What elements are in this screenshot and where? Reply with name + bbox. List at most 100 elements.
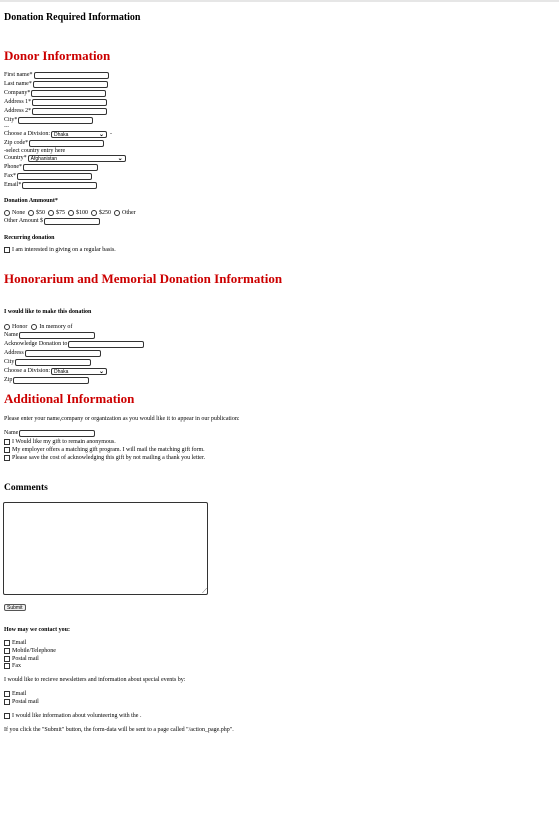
- radio-icon[interactable]: [68, 210, 74, 216]
- option-label: $50: [36, 210, 45, 216]
- honorarium-name-input[interactable]: [19, 332, 96, 339]
- contact-heading: How may we contact you:: [4, 627, 70, 633]
- company-label: Company*: [4, 90, 31, 96]
- contact-email-option[interactable]: Email: [4, 640, 26, 646]
- donation-option-none[interactable]: None: [4, 210, 25, 216]
- checkbox-icon[interactable]: [4, 447, 10, 453]
- radio-icon[interactable]: [28, 210, 34, 216]
- honorarium-address-input[interactable]: [24, 350, 101, 357]
- footer-note: If you click the "Submit" button, the fo…: [4, 727, 234, 733]
- memory-option[interactable]: In memory of: [31, 323, 72, 330]
- newsletter-options: Email Postal mail: [4, 690, 42, 706]
- other-amount-row: Other Amount $: [4, 217, 100, 226]
- acknowledge-label: Acknowledge Donation to: [4, 341, 68, 347]
- city-input[interactable]: [18, 117, 94, 124]
- matching-gift-option[interactable]: My employer offers a matching gift progr…: [4, 447, 205, 453]
- radio-icon[interactable]: [31, 323, 38, 330]
- checkbox-icon[interactable]: [4, 648, 10, 654]
- division-label: Choose a Division:: [4, 131, 50, 137]
- additional-name-label: Name: [4, 430, 19, 436]
- option-label: Please save the cost of acknowledging th…: [12, 455, 206, 461]
- address2-input[interactable]: [32, 108, 108, 115]
- option-label: $75: [56, 210, 65, 216]
- honorarium-name-label: Name: [4, 332, 19, 338]
- option-label: $100: [76, 210, 88, 216]
- honorarium-subheading: I would like to make this donation: [4, 309, 92, 315]
- honorarium-division-select[interactable]: Dhaka ⌄: [51, 368, 107, 375]
- checkbox-icon[interactable]: [4, 455, 10, 461]
- checkbox-icon[interactable]: [4, 247, 10, 253]
- newsletter-email-option[interactable]: Email: [4, 691, 26, 697]
- additional-heading: Additional Information: [4, 391, 135, 406]
- phone-input[interactable]: [23, 164, 98, 171]
- option-label: Postal mail: [12, 655, 39, 662]
- resize-grip-icon[interactable]: ⟋: [202, 588, 207, 595]
- division-suffix: -: [110, 131, 112, 137]
- volunteer-option[interactable]: I would like information about volunteer…: [4, 713, 141, 719]
- checkbox-icon[interactable]: [4, 699, 10, 705]
- option-label: Email: [12, 691, 27, 697]
- checkbox-icon[interactable]: [4, 655, 10, 662]
- honor-option[interactable]: Honor: [4, 323, 28, 330]
- honorarium-zip-label: Zip: [4, 377, 13, 383]
- division-select[interactable]: Dhaka ⌄: [51, 131, 107, 138]
- other-amount-label: Other Amount $: [4, 218, 43, 224]
- donation-amount-heading: Donation Ammount*: [4, 198, 58, 204]
- division-value: Dhaka: [54, 131, 69, 138]
- contact-phone-option[interactable]: Mobile/Telephone: [4, 648, 56, 654]
- fax-input[interactable]: [17, 173, 92, 180]
- checkbox-icon[interactable]: [4, 439, 10, 445]
- no-thankyou-option[interactable]: Please save the cost of acknowledging th…: [4, 455, 205, 461]
- first-name-label: First name*: [4, 72, 33, 78]
- option-label: Email: [12, 640, 27, 646]
- contact-options: Email Mobile/Telephone Postal mail Fax: [4, 639, 59, 670]
- submit-button[interactable]: Submit: [4, 604, 26, 611]
- newsletter-postal-option[interactable]: Postal mail: [4, 699, 39, 705]
- contact-fax-option[interactable]: Fax: [4, 663, 21, 669]
- radio-icon[interactable]: [114, 210, 120, 216]
- last-name-label: Last name*: [4, 81, 32, 87]
- donation-option-250[interactable]: $250: [91, 210, 111, 216]
- phone-label: Phone*: [4, 164, 22, 170]
- option-label: Postal mail: [12, 699, 39, 705]
- anonymous-option[interactable]: I Would like my gift to remain anonymous…: [4, 439, 116, 445]
- donation-option-other[interactable]: Other: [114, 210, 136, 216]
- radio-icon[interactable]: [4, 323, 10, 330]
- address2-label: Address 2*: [4, 108, 32, 114]
- acknowledge-input[interactable]: [68, 341, 145, 348]
- address1-label: Address 1*: [4, 99, 32, 105]
- recurring-option[interactable]: I am interested in giving on a regular b…: [4, 247, 116, 253]
- checkbox-icon[interactable]: [4, 663, 10, 669]
- last-name-input[interactable]: [32, 81, 108, 88]
- comments-heading: Comments: [4, 483, 48, 493]
- honorarium-form: Honor In memory of Name Acknowledge Dona…: [4, 322, 145, 385]
- option-label: Mobile/Telephone: [12, 648, 56, 654]
- donation-option-75[interactable]: $75: [48, 210, 65, 216]
- country-select[interactable]: Afghanistan ⌄: [27, 155, 126, 162]
- first-name-input[interactable]: [33, 72, 109, 79]
- checkbox-icon[interactable]: [4, 713, 10, 719]
- company-input[interactable]: [31, 90, 107, 97]
- other-amount-input[interactable]: [44, 218, 100, 225]
- contact-postal-option[interactable]: Postal mail: [4, 655, 39, 662]
- donation-option-100[interactable]: $100: [68, 210, 88, 216]
- honorarium-city-input[interactable]: [15, 359, 92, 366]
- radio-icon[interactable]: [48, 210, 54, 216]
- address1-input[interactable]: [32, 99, 108, 106]
- additional-name-input[interactable]: [19, 430, 96, 437]
- donation-options: None $50 $75 $100 $250 Other: [4, 210, 139, 216]
- radio-icon[interactable]: [4, 210, 10, 216]
- checkbox-icon[interactable]: [4, 640, 10, 646]
- checkbox-icon[interactable]: [4, 691, 10, 697]
- donation-option-50[interactable]: $50: [28, 210, 45, 216]
- comments-textarea[interactable]: [3, 502, 208, 595]
- honorarium-zip-input[interactable]: [13, 377, 90, 384]
- email-input[interactable]: [22, 182, 98, 189]
- zip-input[interactable]: [29, 140, 105, 147]
- option-label: Honor: [12, 323, 28, 330]
- fax-label: Fax*: [4, 173, 16, 179]
- option-label: Other: [122, 210, 136, 216]
- city-label: City*: [4, 117, 18, 123]
- option-label: I Would like my gift to remain anonymous…: [12, 439, 116, 445]
- radio-icon[interactable]: [91, 210, 97, 216]
